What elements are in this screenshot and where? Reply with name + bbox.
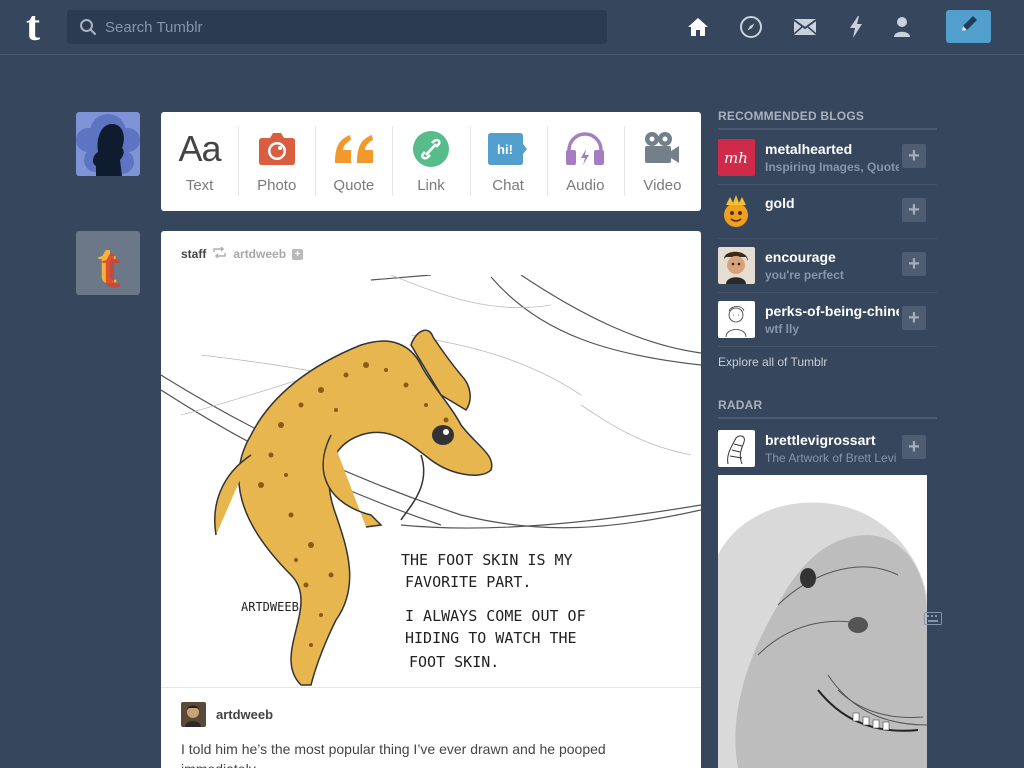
- post-header: staff artdweeb +: [181, 246, 304, 261]
- encourage-avatar[interactable]: [718, 247, 755, 284]
- post-type-chat[interactable]: hi! Chat: [469, 112, 547, 211]
- post-divider: [161, 687, 701, 688]
- link-icon: [412, 129, 450, 169]
- svg-text:mh: mh: [724, 149, 748, 167]
- post-type-video[interactable]: Video: [623, 112, 701, 211]
- search-bar: [67, 10, 607, 44]
- follow-button[interactable]: +: [902, 306, 926, 330]
- plus-icon: +: [908, 199, 920, 221]
- post-type-label: Audio: [566, 177, 605, 194]
- svg-text:t: t: [101, 235, 121, 295]
- radar-post-image-dinosaur-sketch[interactable]: [718, 475, 927, 768]
- blog-subtitle: you're perfect: [765, 268, 844, 282]
- gold-avatar[interactable]: [718, 193, 755, 230]
- reblog-arrows-icon: [212, 246, 227, 261]
- follow-button[interactable]: +: [902, 144, 926, 168]
- activity-lightning-icon[interactable]: [844, 15, 868, 39]
- caption-author[interactable]: artdweeb: [181, 702, 273, 727]
- svg-text:t: t: [26, 6, 40, 46]
- explore-all-link[interactable]: Explore all of Tumblr: [718, 355, 827, 369]
- blog-name[interactable]: metalhearted: [765, 141, 899, 157]
- blog-subtitle: wtf lly: [765, 322, 800, 336]
- recommended-blog-item[interactable]: perks-of-being-chinese wtf lly +: [718, 293, 937, 347]
- handwritten-text-line: FAVORITE PART.: [405, 573, 531, 591]
- pencil-icon: [959, 14, 979, 39]
- metalhearted-avatar[interactable]: mh: [718, 139, 755, 176]
- blog-name[interactable]: perks-of-being-chinese: [765, 303, 899, 319]
- post-type-quote[interactable]: Quote: [315, 112, 392, 211]
- post-type-label: Quote: [333, 177, 375, 194]
- recommended-blog-item[interactable]: mh metalhearted Inspiring Images, Quotes…: [718, 131, 937, 185]
- radar-blog-item[interactable]: brettlevigrossart The Artwork of Brett L…: [718, 421, 937, 475]
- follow-plus-icon[interactable]: +: [292, 248, 304, 260]
- inbox-envelope-icon[interactable]: [793, 15, 817, 39]
- blog-name[interactable]: gold: [765, 195, 899, 211]
- account-person-icon[interactable]: [890, 15, 914, 39]
- camera-icon: [258, 129, 296, 169]
- explore-compass-icon[interactable]: [739, 15, 763, 39]
- quote-icon: [333, 129, 375, 169]
- post-photo-gecko-drawing[interactable]: THE FOOT SKIN IS MY FAVORITE PART. I ALW…: [161, 274, 701, 687]
- svg-text:hi!: hi!: [497, 142, 513, 157]
- post-caption-text: I told him he’s the most popular thing I…: [181, 741, 606, 768]
- post-type-label: Link: [417, 177, 445, 194]
- post-type-audio[interactable]: Audio: [546, 112, 624, 211]
- handwritten-text-line: HIDING TO WATCH THE: [405, 629, 577, 647]
- blog-name[interactable]: brettlevigrossart: [765, 432, 899, 448]
- handwritten-text-line: THE FOOT SKIN IS MY: [401, 551, 573, 569]
- post-type-label: Photo: [257, 177, 297, 194]
- reblogged-from-link[interactable]: artdweeb: [233, 247, 286, 261]
- plus-icon: +: [908, 307, 920, 329]
- recommended-blogs-title: Recommended Blogs: [718, 109, 937, 130]
- post-author-link[interactable]: staff: [181, 247, 206, 261]
- plus-icon: +: [908, 145, 920, 167]
- post-type-photo[interactable]: Photo: [238, 112, 315, 211]
- post-type-text[interactable]: Aa Text: [161, 112, 238, 211]
- handwritten-text-line: I ALWAYS COME OUT OF: [405, 607, 586, 625]
- brettlevigrossart-avatar[interactable]: [718, 430, 755, 467]
- headphones-icon: [565, 129, 605, 169]
- blog-name[interactable]: encourage: [765, 249, 899, 265]
- top-navigation-bar: t: [0, 0, 1024, 55]
- caption-author-name[interactable]: artdweeb: [216, 707, 273, 722]
- home-icon[interactable]: [686, 15, 710, 39]
- keyboard-shortcuts-icon[interactable]: [924, 612, 942, 630]
- search-input[interactable]: [105, 10, 600, 44]
- follow-button[interactable]: +: [902, 198, 926, 222]
- post-type-link[interactable]: Link: [392, 112, 469, 211]
- compose-post-button[interactable]: [946, 10, 991, 43]
- follow-button[interactable]: +: [902, 252, 926, 276]
- user-avatar[interactable]: [76, 112, 140, 176]
- perks-of-being-chinese-avatar[interactable]: [718, 301, 755, 338]
- blog-subtitle: Inspiring Images, Quotes: [765, 160, 899, 174]
- post-type-label: Text: [185, 177, 214, 194]
- recommended-blog-item[interactable]: encourage you're perfect +: [718, 239, 937, 293]
- handwritten-text-line: FOOT SKIN.: [409, 653, 499, 671]
- staff-avatar[interactable]: t t t: [76, 231, 140, 295]
- post-type-label: Video: [643, 177, 682, 194]
- tumblr-logo-icon[interactable]: t: [16, 6, 50, 46]
- search-icon: [79, 18, 97, 41]
- recommended-blog-item[interactable]: gold +: [718, 185, 937, 239]
- dashboard-post: staff artdweeb + THE FOOT SKIN IS MY FAV…: [161, 231, 701, 768]
- radar-title: Radar: [718, 398, 937, 419]
- artist-signature: ARTDWEEB: [241, 600, 299, 614]
- follow-button[interactable]: +: [902, 435, 926, 459]
- post-type-label: Chat: [492, 177, 524, 194]
- video-camera-icon: [643, 129, 681, 169]
- text-aa-icon: Aa: [178, 128, 222, 169]
- artdweeb-avatar[interactable]: [181, 702, 206, 727]
- plus-icon: +: [908, 436, 920, 458]
- chat-icon: hi!: [488, 129, 528, 169]
- blog-subtitle: The Artwork of Brett Levi Grossart: [765, 451, 899, 465]
- plus-icon: +: [908, 253, 920, 275]
- post-type-selector: Aa Text Photo Quote Link hi! Chat Audio: [161, 112, 701, 211]
